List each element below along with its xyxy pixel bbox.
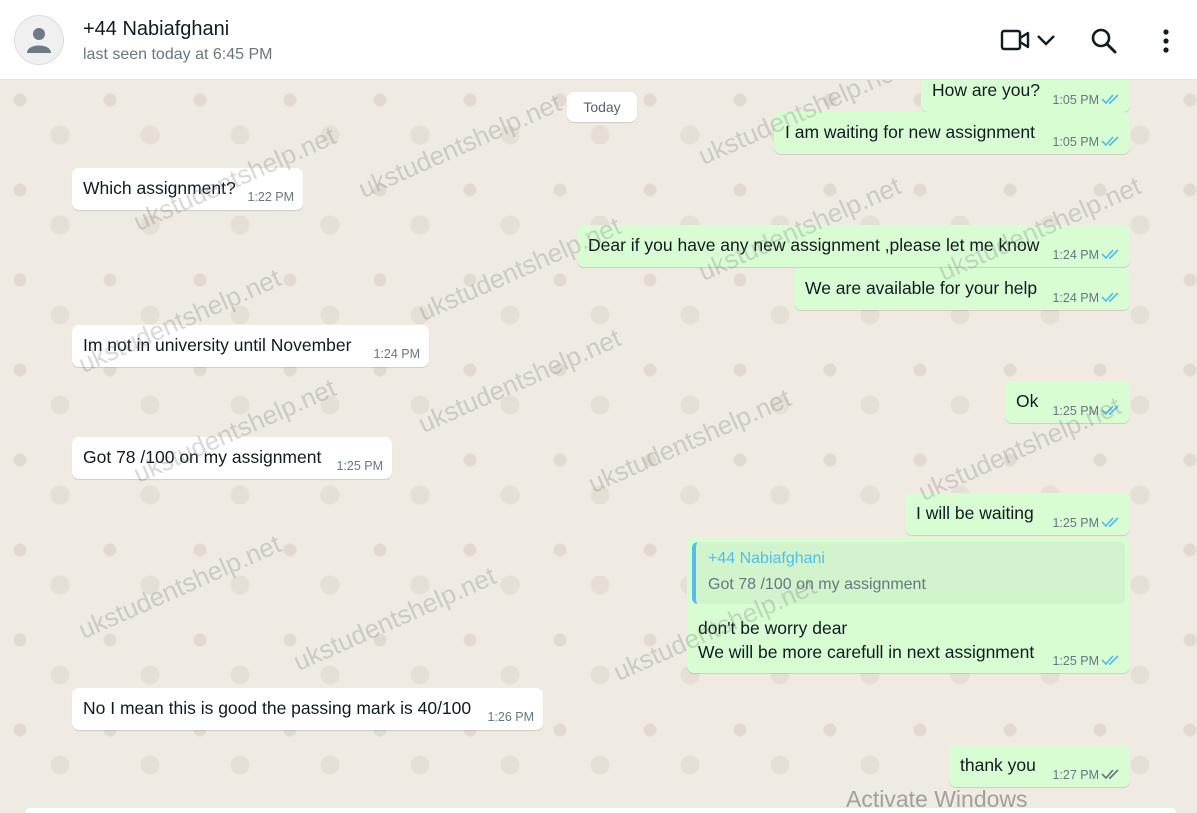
contact-name[interactable]: +44 Nabiafghani (83, 18, 229, 41)
watermark: ukstudentshelp.net (73, 528, 286, 645)
message-time: 1:26 PM (487, 710, 534, 724)
message-list[interactable]: Today How are you? 1:05 PM I am waiting … (0, 80, 1197, 813)
message-time: 1:24 PM (1052, 248, 1099, 262)
message-text: I am waiting for new assignment (785, 122, 1035, 142)
double-check-icon (1101, 136, 1119, 147)
last-seen-status: last seen today at 6:45 PM (83, 46, 273, 63)
message-text: thank you (960, 755, 1036, 775)
watermark: ukstudentshelp.net (288, 560, 501, 677)
video-camera-icon (1000, 29, 1030, 51)
message-text: We are available for your help (805, 278, 1038, 298)
double-check-icon (1101, 517, 1119, 528)
chevron-down-icon (1037, 35, 1055, 46)
message-time: 1:25 PM (1052, 654, 1099, 668)
date-separator: Today (567, 92, 637, 122)
search-button[interactable] (1090, 27, 1118, 60)
double-check-icon (1101, 769, 1119, 780)
double-check-icon (1101, 655, 1119, 666)
message-time: 1:27 PM (1052, 768, 1099, 782)
message-text-line-2: We will be more carefull in next assignm… (698, 642, 1035, 662)
message-time: 1:24 PM (1052, 291, 1099, 305)
composer-edge (26, 808, 1176, 813)
incoming-message[interactable]: No I mean this is good the passing mark … (72, 688, 543, 730)
double-check-icon (1101, 292, 1119, 303)
menu-button[interactable] (1158, 28, 1174, 59)
call-options-dropdown[interactable] (1036, 33, 1056, 52)
quoted-sender: +44 Nabiafghani (708, 550, 825, 567)
outgoing-message[interactable]: I am waiting for new assignment 1:05 PM (774, 112, 1130, 154)
outgoing-message[interactable]: How are you? 1:05 PM (921, 80, 1130, 112)
message-time: 1:25 PM (336, 459, 383, 473)
message-text: I will be waiting (916, 503, 1034, 523)
chat-header: +44 Nabiafghani last seen today at 6:45 … (0, 0, 1197, 80)
message-text: Ok (1016, 391, 1039, 411)
video-call-button[interactable] (1000, 28, 1030, 57)
contact-avatar[interactable] (14, 15, 64, 65)
watermark: ukstudentshelp.net (583, 382, 796, 499)
watermark: ukstudentshelp.net (413, 322, 626, 439)
message-time: 1:25 PM (1052, 516, 1099, 530)
watermark: ukstudentshelp.net (413, 210, 626, 327)
message-time: 1:22 PM (247, 190, 294, 204)
outgoing-message[interactable]: thank you 1:27 PM (949, 745, 1130, 787)
message-text: No I mean this is good the passing mark … (83, 698, 472, 718)
double-check-icon (1101, 249, 1119, 260)
message-text: How are you? (932, 80, 1040, 100)
person-icon (27, 28, 51, 53)
search-icon (1091, 28, 1117, 54)
double-check-icon (1101, 94, 1119, 105)
more-vertical-icon (1163, 29, 1169, 53)
message-time: 1:24 PM (373, 347, 420, 361)
message-time: 1:05 PM (1052, 135, 1099, 149)
message-time: 1:05 PM (1052, 93, 1099, 107)
watermark: ukstudentshelp.net (353, 87, 566, 204)
